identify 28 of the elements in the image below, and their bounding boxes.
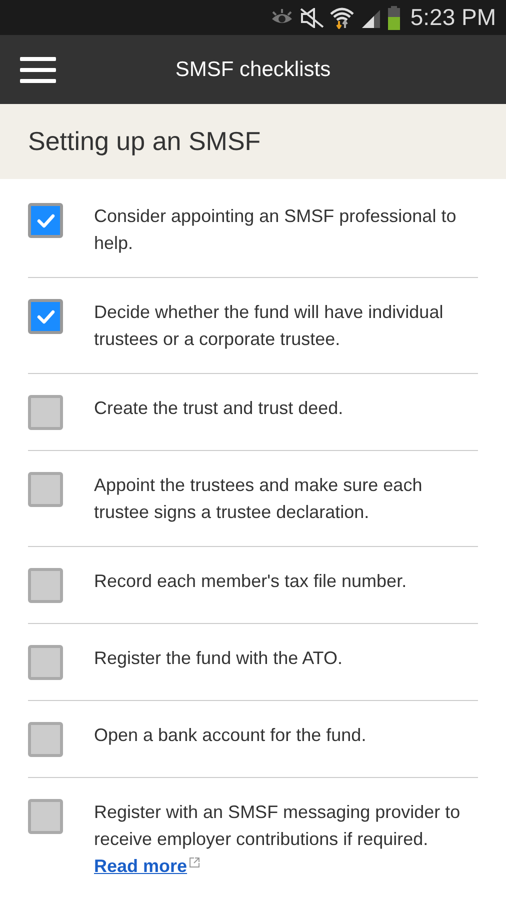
item-text: Register the fund with the ATO. (94, 647, 344, 670)
item-text: Create the trust and trust deed. (94, 397, 344, 420)
status-time: 5:23 PM (410, 4, 496, 31)
menu-button[interactable] (20, 56, 56, 82)
check-icon (36, 308, 56, 324)
wifi-icon (330, 6, 354, 28)
item-text: Consider appointing an SMSF professional to help. (94, 205, 458, 255)
read-more-link[interactable]: Read more (94, 856, 188, 876)
item-text: Register with an SMSF messaging provider to receive employer contributions if required. Read more (94, 801, 462, 878)
external-link-icon (188, 857, 200, 868)
section-title: Setting up an SMSF (28, 126, 261, 157)
item-text: Appoint the trustees and make sure each trustee signs a trustee declaration. (94, 474, 424, 524)
battery-icon (388, 6, 400, 30)
menu-icon (20, 56, 56, 82)
item-text: Record each member's tax file number. (94, 570, 408, 593)
checkbox[interactable] (28, 472, 63, 507)
checkbox[interactable] (28, 568, 63, 603)
checkbox[interactable] (28, 799, 63, 834)
item-text: Open a bank account for the fund. (94, 724, 368, 747)
item-text: Decide whether the fund will have individual trustees or a corporate trustee. (94, 301, 444, 351)
app-title: SMSF checklists (175, 58, 332, 82)
mute-icon (300, 8, 324, 28)
checkbox[interactable] (28, 645, 63, 680)
checkbox[interactable] (28, 395, 63, 430)
checkbox[interactable] (28, 722, 63, 757)
checkbox[interactable] (28, 203, 63, 238)
checkbox[interactable] (28, 299, 63, 334)
check-icon (36, 212, 56, 228)
